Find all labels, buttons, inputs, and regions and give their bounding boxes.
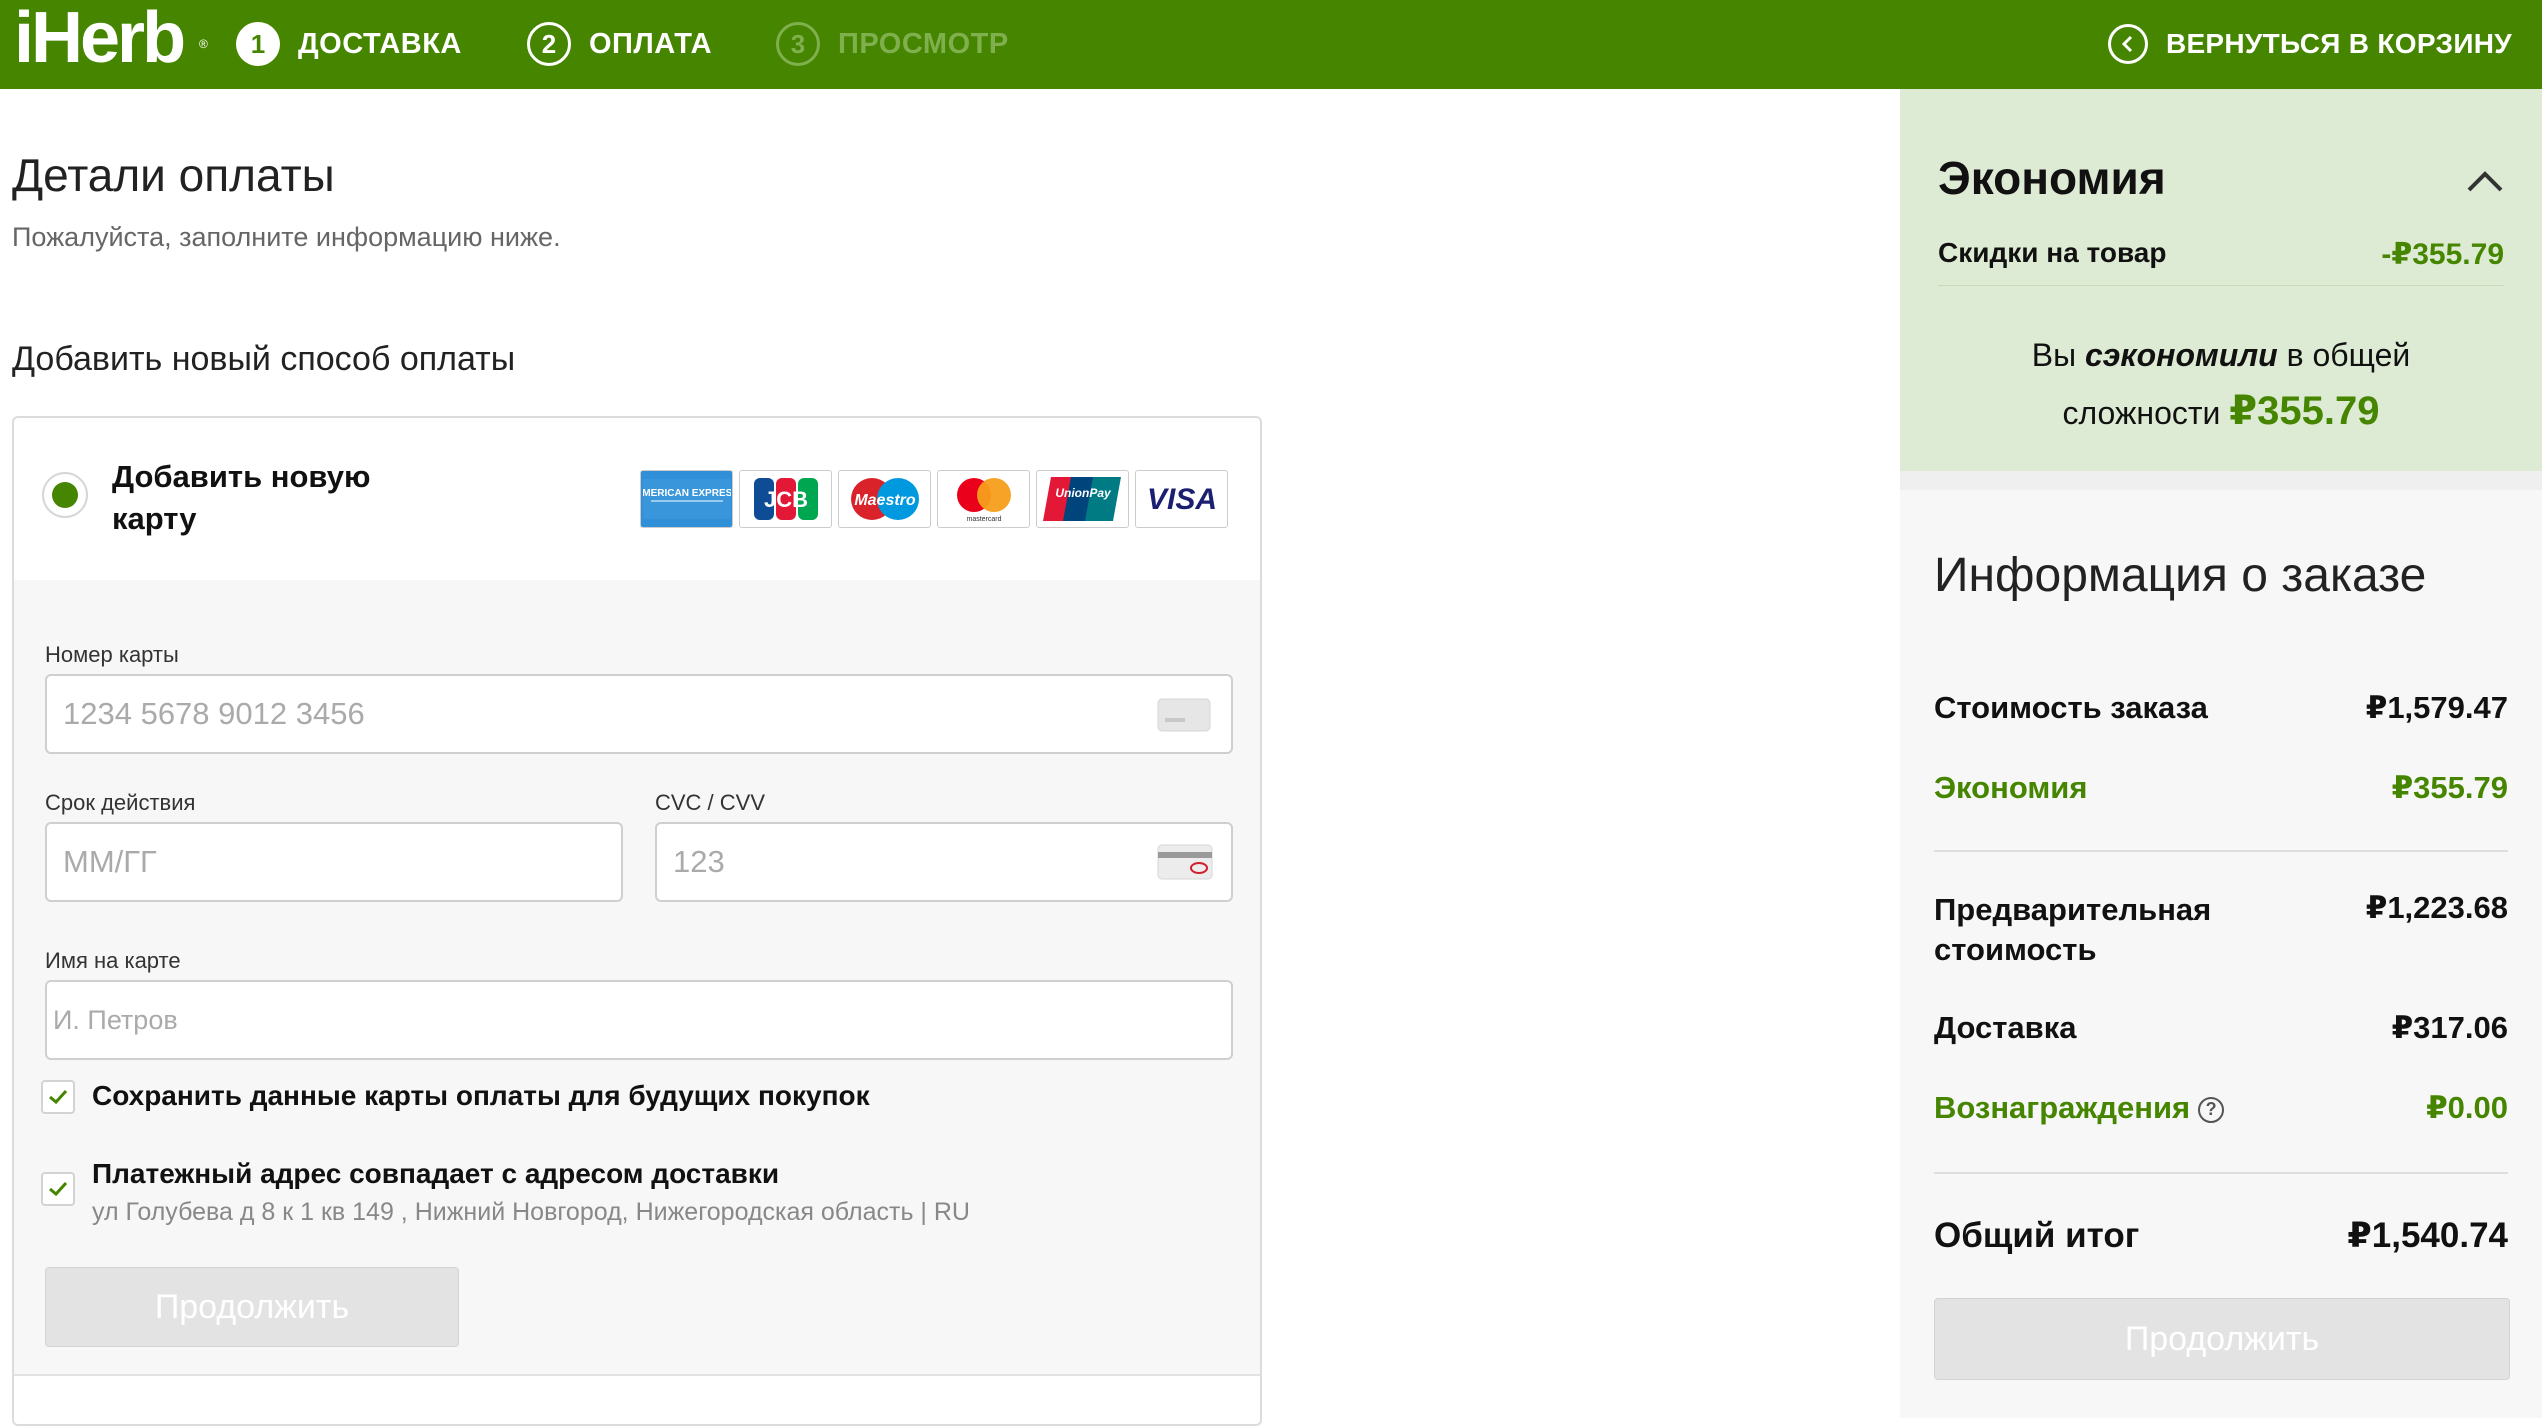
step-label: ОПЛАТА (589, 27, 713, 60)
step-number: 3 (776, 22, 820, 66)
savings-text-post: сложности (2062, 395, 2221, 431)
logo-registered-mark: ® (199, 37, 208, 51)
savings-text-pre: Вы (2031, 337, 2077, 373)
preliminary-cost-value: ₽1,223.68 (2365, 890, 2508, 925)
savings-text-em: сэкономили (2084, 337, 2278, 373)
unionpay-logo: UnionPay (1036, 470, 1129, 528)
checkmark-icon (49, 1089, 68, 1105)
sidebar-continue-button[interactable]: Продолжить (1934, 1298, 2510, 1380)
jcb-logo: JCB (739, 470, 832, 528)
billing-address-text: ул Голубева д 8 к 1 кв 149 , Нижний Новг… (92, 1198, 970, 1226)
divider (1934, 1172, 2508, 1174)
step-label: ПРОСМОТР (838, 27, 1009, 60)
grand-total-label: Общий итог (1934, 1216, 2140, 1255)
card-number-input[interactable] (45, 674, 1233, 754)
back-to-cart-label: ВЕРНУТЬСЯ В КОРЗИНУ (2165, 28, 2512, 59)
payment-method-box: Добавить новую карту AMERICAN EXPRESS JC… (12, 416, 1262, 1426)
order-summary-title: Информация о заказе (1934, 549, 2427, 602)
cvc-card-icon (1157, 844, 1213, 885)
expiry-label: Срок действия (45, 790, 196, 815)
back-to-cart-link[interactable]: ВЕРНУТЬСЯ В КОРЗИНУ (2107, 16, 2512, 72)
visa-logo: VISA (1135, 470, 1228, 528)
save-card-label: Сохранить данные карты оплаты для будущи… (92, 1080, 870, 1111)
shipping-value: ₽317.06 (2391, 1010, 2508, 1045)
amex-logo: AMERICAN EXPRESS (640, 470, 733, 528)
cvc-input[interactable] (655, 822, 1233, 902)
order-subtotal-value: ₽1,579.47 (2365, 690, 2508, 725)
amex-text: AMERICAN EXPRESS (643, 488, 731, 499)
name-on-card-label: Имя на карте (45, 948, 181, 973)
product-discount-label: Скидки на товар (1938, 237, 2167, 268)
logo-text: iHerb (14, 0, 186, 78)
checkmark-icon (49, 1181, 68, 1197)
step-number: 1 (236, 22, 280, 66)
visa-text: VISA (1146, 483, 1216, 516)
billing-same-checkbox[interactable] (41, 1172, 75, 1206)
grand-total-value: ₽1,540.74 (2347, 1216, 2508, 1255)
card-brand-logos: AMERICAN EXPRESS JCB Maestro (640, 470, 1228, 528)
order-savings-label: Экономия (1934, 770, 2088, 805)
checkout-header: iHerb ® 1 ДОСТАВКА 2 ОПЛАТА 3 ПРОСМОТР ВЕ… (0, 0, 2542, 89)
unionpay-text: UnionPay (1055, 486, 1112, 500)
chevron-left-icon (2107, 24, 2148, 64)
step-label: ДОСТАВКА (298, 27, 462, 60)
step-payment[interactable]: 2 ОПЛАТА (527, 14, 712, 74)
new-card-option[interactable]: Добавить новую карту AMERICAN EXPRESS JC… (14, 418, 1260, 582)
rewards-label-text: Вознаграждения (1934, 1090, 2191, 1125)
divider (1938, 285, 2504, 286)
card-number-label: Номер карты (45, 642, 179, 667)
page-title: Детали оплаты (12, 149, 335, 201)
rewards-label: Вознаграждения? (1934, 1090, 2225, 1126)
mastercard-text: mastercard (966, 516, 1001, 523)
new-card-label: Добавить новую карту (112, 459, 371, 536)
mastercard-logo: mastercard (937, 470, 1030, 528)
maestro-logo: Maestro (838, 470, 931, 528)
order-summary-panel: Информация о заказе Стоимость заказа ₽1,… (1900, 490, 2542, 1418)
expiry-input[interactable] (45, 822, 623, 902)
total-savings-text: Вы сэкономили в общей сложности ₽355.79 (1938, 327, 2504, 441)
new-card-radio[interactable] (42, 472, 88, 518)
divider (1934, 850, 2508, 852)
radio-selected-dot (52, 482, 78, 508)
add-payment-method-title: Добавить новый способ оплаты (12, 340, 516, 378)
chevron-up-icon[interactable] (2466, 169, 2504, 198)
cvc-label: CVC / CVV (655, 790, 766, 815)
credit-card-icon (1157, 698, 1211, 737)
total-savings-value: ₽355.79 (2229, 389, 2380, 433)
savings-title: Экономия (1938, 152, 2166, 204)
continue-button[interactable]: Продолжить (45, 1267, 459, 1347)
billing-same-label: Платежный адрес совпадает с адресом дост… (92, 1158, 780, 1189)
savings-text-mid: в общей (2286, 337, 2411, 373)
card-form: Номер карты Срок действия CVC / CVV Имя … (14, 580, 1260, 1376)
jcb-text: JCB (763, 487, 807, 512)
order-savings-value: ₽355.79 (2391, 770, 2508, 805)
shipping-label: Доставка (1934, 1010, 2077, 1045)
rewards-value: ₽0.00 (2426, 1090, 2508, 1125)
product-discount-value: -₽355.79 (2381, 238, 2504, 271)
name-on-card-input[interactable] (45, 980, 1233, 1060)
step-number: 2 (527, 22, 571, 66)
save-card-checkbox[interactable] (41, 1080, 75, 1114)
order-subtotal-label: Стоимость заказа (1934, 690, 2208, 725)
step-delivery[interactable]: 1 ДОСТАВКА (236, 14, 462, 74)
iherb-logo[interactable]: iHerb ® (14, 2, 208, 74)
help-icon[interactable]: ? (2198, 1096, 2225, 1123)
step-review: 3 ПРОСМОТР (776, 14, 1009, 74)
page-subtitle: Пожалуйста, заполните информацию ниже. (12, 222, 561, 252)
maestro-text: Maestro (854, 492, 916, 509)
savings-panel: Экономия Скидки на товар -₽355.79 Вы сэк… (1900, 89, 2542, 471)
preliminary-cost-label: Предварительная стоимость (1934, 892, 2212, 967)
